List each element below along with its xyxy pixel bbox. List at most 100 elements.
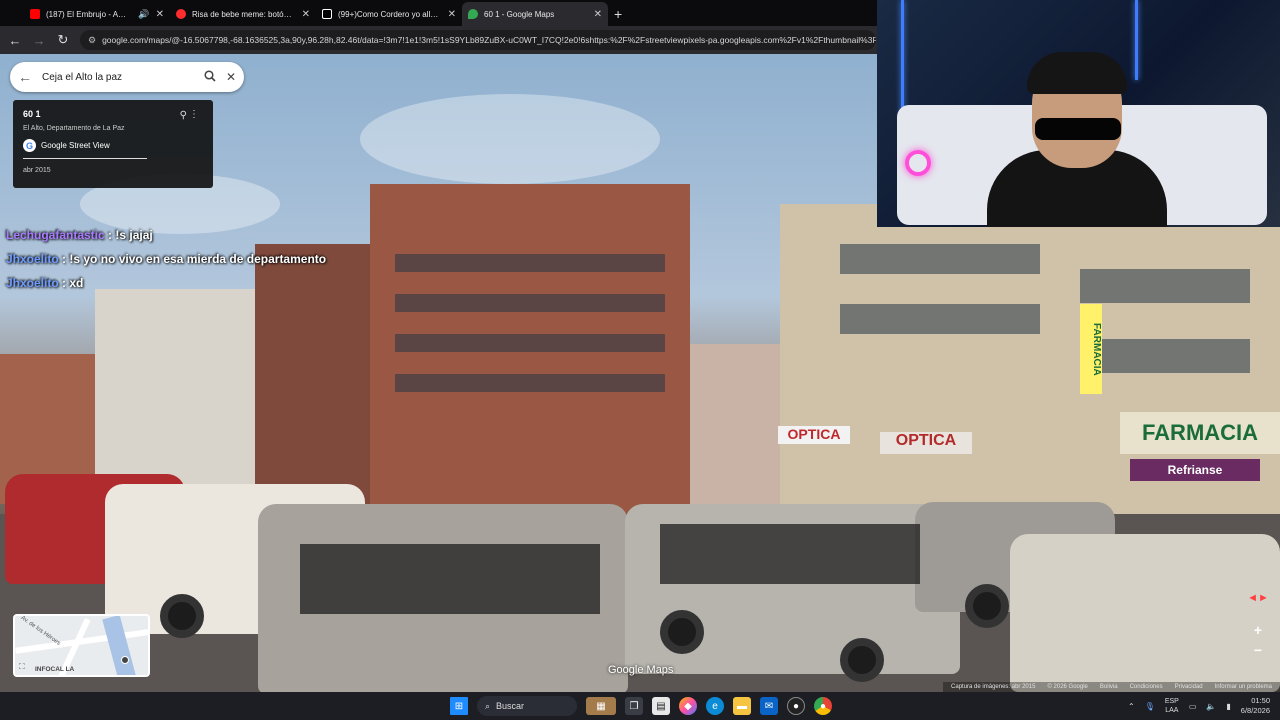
close-tab-icon[interactable]: ✕ bbox=[156, 9, 164, 20]
van-window bbox=[660, 524, 920, 584]
stream-chat-overlay: Lechugafantastic : !s jajaj Jhxoelito : … bbox=[6, 228, 326, 300]
chrome-icon[interactable]: ● bbox=[814, 697, 832, 715]
browser-tab-2[interactable]: Risa de bebe meme: botón de ✕ bbox=[170, 2, 316, 26]
search-input[interactable]: Ceja el Alto la paz bbox=[42, 72, 194, 83]
map-road bbox=[102, 616, 138, 675]
capture-date[interactable]: abr 2015 bbox=[23, 167, 203, 174]
chat-text: : !s jajaj bbox=[108, 228, 153, 242]
close-icon[interactable]: ✕ bbox=[226, 70, 236, 84]
sunglasses bbox=[1035, 118, 1121, 140]
reload-icon[interactable]: ↻ bbox=[56, 32, 70, 48]
window-row bbox=[395, 254, 665, 272]
taskbar-search[interactable]: ⌕ Buscar bbox=[477, 696, 577, 716]
street-view-position-icon bbox=[121, 656, 129, 664]
browser-tab-3[interactable]: (99+)Como Cordero yo allstare ✕ bbox=[316, 2, 462, 26]
chat-username: Lechugafantastic bbox=[6, 228, 105, 242]
van-window bbox=[300, 544, 600, 614]
task-view-icon[interactable]: ❐ bbox=[625, 697, 643, 715]
location-pin-icon[interactable]: ⚲ bbox=[180, 110, 187, 121]
windows-taskbar: ⊞ ⌕ Buscar ▦ ❐ ▤ ◆ e ▬ ✉ ● ● ⌃ 🎙 ESP LAA… bbox=[0, 692, 1280, 720]
maps-footer: Captura de imágenes: abr 2015 © 2026 Goo… bbox=[943, 682, 1280, 692]
place-subtitle: El Alto, Departamento de La Paz bbox=[23, 125, 125, 132]
chat-message: Jhxoelito : xd bbox=[6, 276, 326, 290]
footer-privacy-link[interactable]: Privacidad bbox=[1175, 684, 1203, 690]
van-wheel bbox=[660, 610, 704, 654]
zoom-in-button[interactable]: + bbox=[1254, 622, 1262, 638]
more-options-icon[interactable]: ⋮ bbox=[189, 109, 199, 120]
windows-start-icon[interactable]: ⊞ bbox=[450, 697, 468, 715]
calendar-app-icon[interactable]: ▤ bbox=[652, 697, 670, 715]
footer-country[interactable]: Bolivia bbox=[1100, 684, 1118, 690]
neon-light bbox=[905, 150, 931, 176]
speaker-icon[interactable]: 🔈 bbox=[1206, 702, 1216, 711]
divider bbox=[23, 158, 147, 159]
store-sign: OPTICA bbox=[880, 432, 972, 454]
url-bar[interactable]: ⚙ google.com/maps/@-16.5067798,-68.16365… bbox=[80, 30, 876, 50]
microphone-icon[interactable]: 🎙 bbox=[1145, 702, 1155, 711]
obs-icon[interactable]: ● bbox=[787, 697, 805, 715]
tray-chevron-icon[interactable]: ⌃ bbox=[1128, 702, 1135, 711]
person-hair bbox=[1027, 52, 1127, 94]
window-row bbox=[840, 304, 1040, 334]
maps-search-box[interactable]: ← Ceja el Alto la paz ✕ bbox=[10, 62, 244, 92]
url-text: google.com/maps/@-16.5067798,-68.1636525… bbox=[102, 35, 876, 45]
back-icon[interactable]: ← bbox=[8, 33, 22, 48]
google-logo-icon: G bbox=[23, 139, 36, 152]
battery-icon[interactable]: ▮ bbox=[1226, 702, 1230, 711]
outlook-icon[interactable]: ✉ bbox=[760, 697, 778, 715]
browser-tab-1[interactable]: (187) El Embrujo - Américo 🔊 ✕ bbox=[24, 2, 170, 26]
streamer-webcam bbox=[877, 0, 1280, 227]
address-toolbar: ← → ↻ ⚙ google.com/maps/@-16.5067798,-68… bbox=[0, 26, 880, 54]
file-explorer-icon[interactable]: ▬ bbox=[733, 697, 751, 715]
language-indicator[interactable]: ESP LAA bbox=[1165, 697, 1179, 715]
street-view-source[interactable]: G Google Street View bbox=[23, 139, 203, 152]
source-label: Google Street View bbox=[41, 141, 110, 150]
chat-message: Jhxoelito : !s yo no vivo en esa mierda … bbox=[6, 252, 326, 266]
window-row bbox=[1080, 269, 1250, 303]
van bbox=[1010, 534, 1280, 692]
place-title: 60 1 bbox=[23, 109, 41, 119]
window-row bbox=[395, 374, 665, 392]
chat-text: : !s yo no vivo en esa mierda de departa… bbox=[62, 252, 327, 266]
tiktok-icon bbox=[322, 9, 332, 19]
zoom-controls: + − bbox=[1248, 622, 1268, 658]
close-tab-icon[interactable]: ✕ bbox=[302, 9, 310, 20]
audio-icon[interactable]: 🔊 bbox=[138, 9, 149, 20]
tab-title: 60 1 - Google Maps bbox=[484, 9, 555, 19]
store-sign: FARMACIA bbox=[1080, 304, 1102, 394]
zoom-out-button[interactable]: − bbox=[1254, 642, 1262, 658]
taskbar-search-label: Buscar bbox=[496, 701, 525, 711]
edge-icon[interactable]: e bbox=[706, 697, 724, 715]
forward-icon[interactable]: → bbox=[32, 33, 46, 48]
site-favicon-icon bbox=[176, 9, 186, 19]
van-wheel bbox=[160, 594, 204, 638]
arrow-left-icon[interactable]: ← bbox=[18, 69, 32, 85]
site-info-icon[interactable]: ⚙ bbox=[88, 35, 96, 46]
van-wheel bbox=[840, 638, 884, 682]
street-view-info-card: 60 1 ⚲ ⋮ El Alto, Departamento de La Paz… bbox=[13, 100, 213, 188]
building bbox=[95, 289, 265, 504]
footer-report-link[interactable]: Informar un problema bbox=[1215, 684, 1272, 690]
compass-icon[interactable]: ◄► bbox=[1244, 592, 1272, 608]
footer-terms-link[interactable]: Condiciones bbox=[1130, 684, 1163, 690]
clock-time: 01:50 bbox=[1251, 696, 1270, 705]
search-icon[interactable] bbox=[204, 69, 216, 85]
close-tab-icon[interactable]: ✕ bbox=[448, 9, 456, 20]
search-icon: ⌕ bbox=[485, 700, 491, 711]
language-label: ESP bbox=[1164, 698, 1179, 705]
clock[interactable]: 01:50 6/8/2026 bbox=[1241, 696, 1270, 716]
youtube-icon bbox=[30, 9, 40, 19]
copilot-icon[interactable]: ◆ bbox=[679, 697, 697, 715]
map-place-label: INFOCAL LA bbox=[35, 666, 75, 673]
expand-icon[interactable]: ⛶ bbox=[19, 662, 25, 672]
widgets-icon[interactable]: ▦ bbox=[586, 697, 616, 715]
window-row bbox=[1080, 339, 1250, 373]
close-tab-icon[interactable]: ✕ bbox=[594, 9, 602, 20]
layout-label: LAA bbox=[1165, 707, 1179, 714]
new-tab-button[interactable]: + bbox=[614, 2, 622, 26]
chat-username: Jhxoelito bbox=[6, 276, 59, 290]
minimap[interactable]: Av. de los Héroes INFOCAL LA ⛶ bbox=[13, 614, 150, 677]
led-strip bbox=[901, 0, 904, 120]
network-icon[interactable]: ▭ bbox=[1189, 702, 1197, 711]
browser-tab-4[interactable]: 60 1 - Google Maps ✕ bbox=[462, 2, 608, 26]
